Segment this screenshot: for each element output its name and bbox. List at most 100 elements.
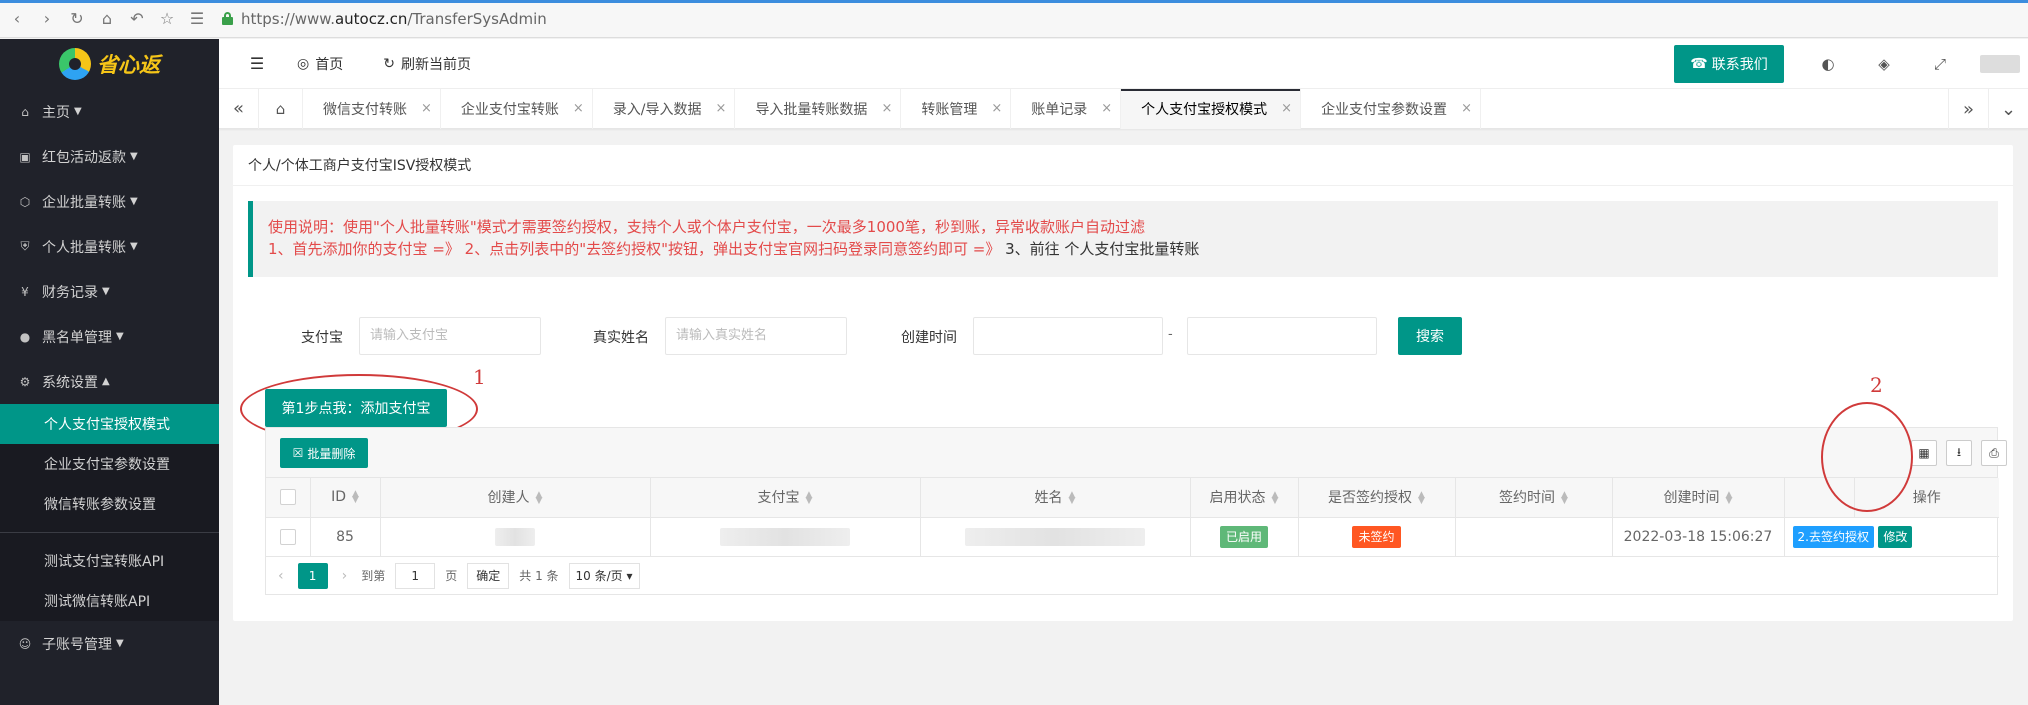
table-header-row: ID ▲ ▼ 创建人 ▲ ▼ 支付宝 ▲ ▼ 姓名 ▲ ▼ 启用状态 ▲ ▼ 是否签约授权 ▲ ▼ 签约… <box>266 478 1999 518</box>
home-icon: ⌂ <box>21 104 29 119</box>
tab-label: 个人支付宝授权模式 <box>1141 101 1268 118</box>
tab-personal-alipay-auth[interactable]: 个人支付宝授权模式 × <box>1121 88 1302 129</box>
menu-toggle-icon[interactable]: ☰ <box>237 54 277 73</box>
tab-enterprise-alipay-params[interactable]: 企业支付宝参数设置 × <box>1301 88 1481 129</box>
row-checkbox[interactable] <box>279 528 296 545</box>
home-link[interactable]: ◎ 首页 <box>297 54 343 74</box>
forward-icon[interactable]: › <box>34 6 60 32</box>
sidebar-item-test-alipay-api[interactable]: 测试支付宝转账API <box>0 541 219 581</box>
sidebar-item-personal-transfer[interactable]: ⛨ 个人批量转账 ▼ <box>0 224 219 269</box>
page-number-current[interactable]: 1 <box>297 562 328 589</box>
tab-enterprise-alipay[interactable]: 企业支付宝转账 × <box>441 88 593 129</box>
col-id[interactable]: ID ▲ ▼ <box>310 478 381 518</box>
undo-icon[interactable]: ↶ <box>124 6 150 32</box>
sidebar-item-enterprise-alipay-params[interactable]: 企业支付宝参数设置 <box>0 444 219 484</box>
close-icon[interactable]: × <box>881 101 892 116</box>
edit-button[interactable]: 修改 <box>1878 525 1913 548</box>
sidebar-item-enterprise-transfer[interactable]: ⬡ 企业批量转账 ▼ <box>0 179 219 224</box>
caret-down-icon: ▼ <box>130 196 138 207</box>
tag-icon[interactable]: ◈ <box>1856 55 1912 73</box>
tab-import-batch[interactable]: 导入批量转账数据 × <box>735 88 902 129</box>
col-created[interactable]: 创建时间 ▲ ▼ <box>1612 478 1785 518</box>
sort-icon[interactable]: ▲ ▼ <box>1561 491 1568 506</box>
created-end-input[interactable] <box>1187 317 1377 355</box>
sort-icon[interactable]: ▲ ▼ <box>1726 491 1733 506</box>
table-row: 85 已启用 未签约 2022-03-18 15:06:27 2.去签约授权 修… <box>266 517 1999 557</box>
fullscreen-icon[interactable]: ⤢ <box>1912 55 1968 73</box>
annotation-number-1: 1 <box>473 365 486 389</box>
home-icon[interactable]: ⌂ <box>94 6 120 32</box>
sidebar-item-test-wechat-api[interactable]: 测试微信转账API <box>0 581 219 621</box>
close-icon[interactable]: × <box>421 101 432 116</box>
col-creator[interactable]: 创建人 ▲ ▼ <box>380 478 651 518</box>
reading-list-icon[interactable]: ☰ <box>184 6 210 32</box>
sort-icon[interactable]: ▲ ▼ <box>1418 491 1425 506</box>
close-icon[interactable]: × <box>991 101 1002 116</box>
sidebar-item-redpacket[interactable]: ▣ 红包活动返款 ▼ <box>0 134 219 179</box>
page-size-select[interactable]: 10 条/页 ▾ <box>568 562 640 589</box>
tab-transfer-manage[interactable]: 转账管理 × <box>901 88 1012 129</box>
col-name[interactable]: 姓名 ▲ ▼ <box>920 478 1191 518</box>
print-icon[interactable]: ⎙ <box>1981 440 2007 466</box>
reload-icon[interactable]: ↻ <box>64 6 90 32</box>
go-sign-auth-button[interactable]: 2.去签约授权 <box>1792 525 1874 548</box>
contact-us-button[interactable]: ☎ 联系我们 <box>1674 45 1784 83</box>
page-size-value: 10 条/页 <box>575 569 623 583</box>
select-all-checkbox[interactable] <box>279 489 296 506</box>
address-bar[interactable]: https://www. autocz.cn/TransferSysAdmin <box>222 10 547 28</box>
sidebar-item-wechat-params[interactable]: 微信转账参数设置 <box>0 484 219 524</box>
col-signed[interactable]: 是否签约授权 ▲ ▼ <box>1298 478 1456 518</box>
batch-delete-button[interactable]: ☒ 批量删除 <box>280 438 368 468</box>
theme-palette-icon[interactable]: ◐ <box>1800 55 1856 73</box>
sidebar-item-personal-alipay-auth[interactable]: 个人支付宝授权模式 <box>0 404 219 444</box>
tabs-right-controls: » ⌄ <box>1948 89 2028 129</box>
tab-label: 企业支付宝参数设置 <box>1321 101 1448 118</box>
cell-actions: 2.去签约授权 修改 <box>1784 517 1999 557</box>
close-icon[interactable]: × <box>716 101 727 116</box>
tab-bill-records[interactable]: 账单记录 × <box>1011 88 1122 129</box>
tab-wechat-pay[interactable]: 微信支付转账 × <box>303 88 441 129</box>
prev-page-icon[interactable]: ‹ <box>278 568 284 584</box>
sort-icon[interactable]: ▲ ▼ <box>1069 491 1076 506</box>
col-sign-time[interactable]: 签约时间 ▲ ▼ <box>1455 478 1613 518</box>
tabs-dropdown-icon[interactable]: ⌄ <box>1988 89 2028 129</box>
sidebar-item-subaccounts[interactable]: ☺ 子账号管理 ▼ <box>0 621 219 666</box>
export-icon[interactable]: ⭳ <box>1946 440 1972 466</box>
goto-confirm-button[interactable]: 确定 <box>467 562 510 589</box>
sort-icon[interactable]: ▲ ▼ <box>1272 491 1279 506</box>
close-icon[interactable]: × <box>573 101 584 116</box>
tabs-scroll-left-icon[interactable]: « <box>219 88 259 129</box>
close-icon[interactable]: × <box>1281 101 1292 116</box>
refresh-page-link[interactable]: ↻ 刷新当前页 <box>383 54 471 74</box>
sidebar-item-home[interactable]: ⌂ 主页 ▼ <box>0 89 219 134</box>
bookmark-star-icon[interactable]: ☆ <box>154 6 180 32</box>
sort-icon[interactable]: ▲ ▼ <box>536 491 543 506</box>
sidebar-item-label: 个人批量转账 <box>42 239 126 256</box>
logo-icon <box>59 48 91 80</box>
avatar[interactable] <box>1980 55 2020 73</box>
back-icon[interactable]: ‹ <box>4 6 30 32</box>
alipay-input[interactable]: 请输入支付宝 <box>359 317 541 355</box>
search-button[interactable]: 搜索 <box>1398 317 1462 355</box>
sidebar-item-finance[interactable]: ¥ 财务记录 ▼ <box>0 269 219 314</box>
close-icon[interactable]: × <box>1101 101 1112 116</box>
sidebar-item-label: 企业批量转账 <box>42 194 126 211</box>
realname-input[interactable]: 请输入真实姓名 <box>665 317 847 355</box>
tab-home-icon[interactable]: ⌂ <box>259 88 303 129</box>
home-link-label: 首页 <box>315 56 344 73</box>
created-start-input[interactable] <box>973 317 1163 355</box>
next-page-icon[interactable]: › <box>342 568 348 584</box>
sidebar-item-blacklist[interactable]: ● 黑名单管理 ▼ <box>0 314 219 359</box>
total-count: 共 1 条 <box>519 569 559 583</box>
sidebar-item-settings[interactable]: ⚙ 系统设置 ▲ <box>0 359 219 404</box>
col-alipay[interactable]: 支付宝 ▲ ▼ <box>650 478 921 518</box>
columns-filter-icon[interactable]: ▦ <box>1911 440 1937 466</box>
goto-page-input[interactable]: 1 <box>395 562 436 589</box>
tabs-scroll-right-icon[interactable]: » <box>1948 89 1988 129</box>
sidebar-item-label: 主页 <box>42 104 70 121</box>
col-enabled[interactable]: 启用状态 ▲ ▼ <box>1190 478 1299 518</box>
close-icon[interactable]: × <box>1461 101 1472 116</box>
tab-import-data[interactable]: 录入/导入数据 × <box>593 88 736 129</box>
sort-icon[interactable]: ▲ ▼ <box>352 490 359 505</box>
sort-icon[interactable]: ▲ ▼ <box>806 491 813 506</box>
